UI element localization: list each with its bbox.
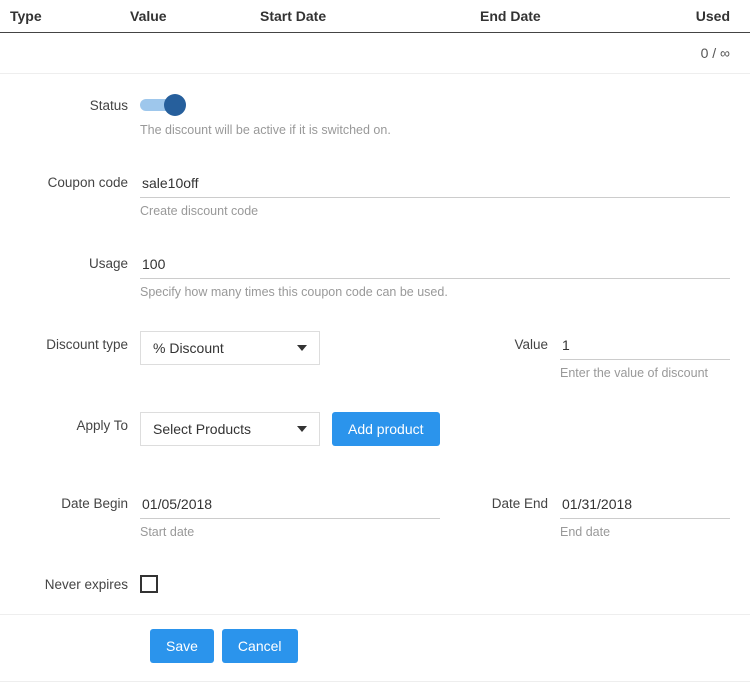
header-start-date: Start Date bbox=[260, 8, 480, 24]
form-actions: Save Cancel bbox=[0, 615, 750, 682]
list-header: Type Value Start Date End Date Used bbox=[0, 0, 750, 33]
never-expires-label: Never expires bbox=[0, 571, 140, 592]
used-count: 0 / ∞ bbox=[701, 45, 730, 61]
discount-type-selected: % Discount bbox=[153, 340, 224, 356]
value-hint: Enter the value of discount bbox=[560, 366, 730, 380]
date-end-label: Date End bbox=[480, 490, 560, 511]
status-toggle[interactable] bbox=[140, 96, 186, 114]
never-expires-checkbox[interactable] bbox=[140, 575, 158, 593]
date-begin-input[interactable] bbox=[140, 490, 440, 519]
coupon-hint: Create discount code bbox=[140, 204, 730, 218]
status-label: Status bbox=[0, 92, 140, 113]
apply-to-select[interactable]: Select Products bbox=[140, 412, 320, 446]
status-hint: The discount will be active if it is swi… bbox=[140, 123, 730, 137]
used-count-row: 0 / ∞ bbox=[0, 33, 750, 74]
date-begin-hint: Start date bbox=[140, 525, 460, 539]
header-used: Used bbox=[670, 8, 740, 24]
header-end-date: End Date bbox=[480, 8, 670, 24]
usage-label: Usage bbox=[0, 250, 140, 271]
header-value: Value bbox=[130, 8, 260, 24]
chevron-down-icon bbox=[297, 426, 307, 432]
date-end-input[interactable] bbox=[560, 490, 730, 519]
value-label: Value bbox=[480, 331, 560, 352]
date-end-hint: End date bbox=[560, 525, 730, 539]
cancel-button[interactable]: Cancel bbox=[222, 629, 298, 663]
coupon-label: Coupon code bbox=[0, 169, 140, 190]
apply-to-label: Apply To bbox=[0, 412, 140, 433]
save-button[interactable]: Save bbox=[150, 629, 214, 663]
header-type: Type bbox=[10, 8, 130, 24]
date-begin-label: Date Begin bbox=[0, 490, 140, 511]
usage-input[interactable] bbox=[140, 250, 730, 279]
apply-to-selected: Select Products bbox=[153, 421, 251, 437]
usage-hint: Specify how many times this coupon code … bbox=[140, 285, 730, 299]
discount-form: Status The discount will be active if it… bbox=[0, 74, 750, 682]
add-product-button[interactable]: Add product bbox=[332, 412, 440, 446]
coupon-code-input[interactable] bbox=[140, 169, 730, 198]
value-input[interactable] bbox=[560, 331, 730, 360]
discount-type-label: Discount type bbox=[0, 331, 140, 352]
chevron-down-icon bbox=[297, 345, 307, 351]
discount-type-select[interactable]: % Discount bbox=[140, 331, 320, 365]
